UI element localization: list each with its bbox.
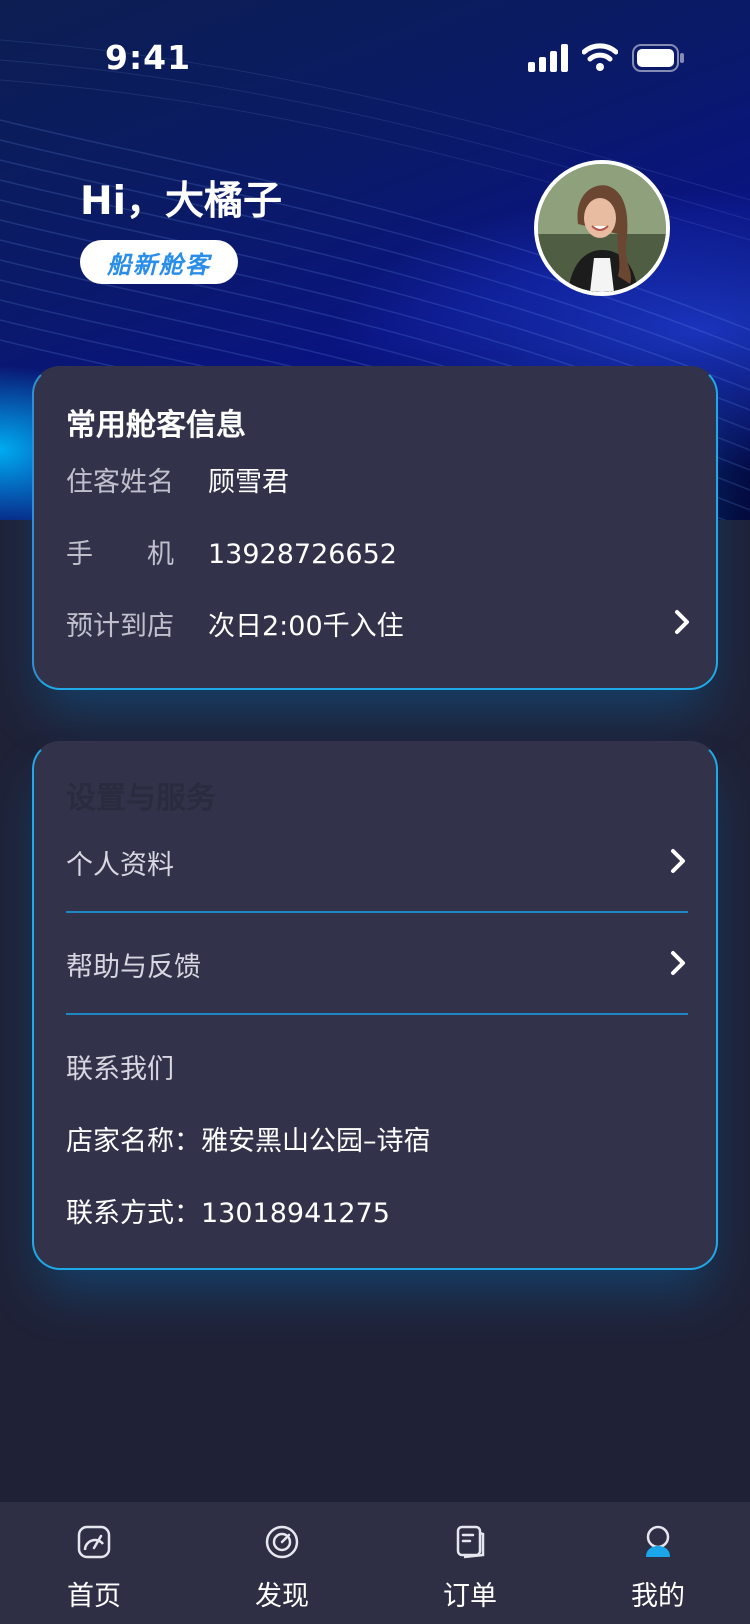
menu-item-profile[interactable]: 个人资料 — [66, 843, 174, 882]
profile-page: 9:41 Hi，大橘子 船新舱客 常用舱客信息 住客姓名 顾雪君 手 机 139… — [0, 0, 750, 1624]
tab-mine-label: 我的 — [631, 1581, 685, 1612]
chevron-right-icon[interactable] — [672, 608, 692, 636]
avatar[interactable] — [534, 160, 670, 296]
menu-divider — [66, 1013, 688, 1015]
order-icon — [456, 1525, 485, 1559]
arrival-label: 预计到店 — [66, 611, 174, 642]
tab-home[interactable]: 首页 — [0, 1502, 188, 1624]
menu-item-help-feedback[interactable]: 帮助与反馈 — [66, 945, 201, 984]
wifi-icon — [582, 43, 618, 71]
settings-card-title: 设置与服务 — [66, 781, 216, 816]
discover-icon — [265, 1525, 299, 1559]
guest-name-label: 住客姓名 — [66, 467, 174, 498]
guest-info-card: 常用舱客信息 住客姓名 顾雪君 手 机 13928726652 预计到店 次日2:00… — [32, 366, 718, 690]
contact-phone-text[interactable]: 联系方式：13018941275 — [66, 1191, 390, 1230]
tab-orders[interactable]: 订单 — [376, 1502, 564, 1624]
arrival-time-row[interactable]: 预计到店 次日2:00千入住 — [66, 604, 688, 643]
tab-discover-label: 发现 — [255, 1581, 309, 1612]
home-gauge-icon — [77, 1525, 111, 1559]
chevron-right-icon[interactable] — [668, 847, 688, 875]
profile-icon — [646, 1525, 670, 1557]
phone-label: 手 机 — [66, 539, 174, 570]
contact-us-heading: 联系我们 — [66, 1054, 174, 1085]
tab-orders-label: 订单 — [443, 1581, 497, 1612]
status-time: 9:41 — [105, 38, 192, 77]
avatar-portrait — [538, 164, 666, 292]
greeting-text: Hi，大橘子 — [80, 179, 283, 224]
guest-name-value: 顾雪君 — [208, 467, 289, 498]
guest-card-title: 常用舱客信息 — [66, 408, 246, 443]
settings-card: 设置与服务 个人资料 帮助与反馈 联系我们 店家名称：雅安黑山公园–诗宿 联系方… — [32, 741, 718, 1270]
guest-name-row: 住客姓名 顾雪君 — [66, 460, 289, 499]
cellular-signal-icon — [528, 44, 568, 72]
battery-icon — [632, 44, 684, 72]
chevron-right-icon[interactable] — [668, 949, 688, 977]
tab-discover[interactable]: 发现 — [188, 1502, 376, 1624]
menu-divider — [66, 911, 688, 913]
tab-mine[interactable]: 我的 — [564, 1502, 750, 1624]
shop-name-text: 店家名称：雅安黑山公园–诗宿 — [66, 1126, 431, 1157]
tab-home-label: 首页 — [67, 1581, 121, 1612]
status-bar: 9:41 — [0, 0, 750, 110]
phone-row: 手 机 13928726652 — [66, 532, 397, 571]
arrival-value: 次日2:00千入住 — [208, 611, 404, 642]
member-badge: 船新舱客 — [80, 240, 238, 284]
phone-value: 13928726652 — [208, 539, 397, 570]
bottom-tab-bar: 首页 发现 订单 我的 — [0, 1502, 750, 1624]
